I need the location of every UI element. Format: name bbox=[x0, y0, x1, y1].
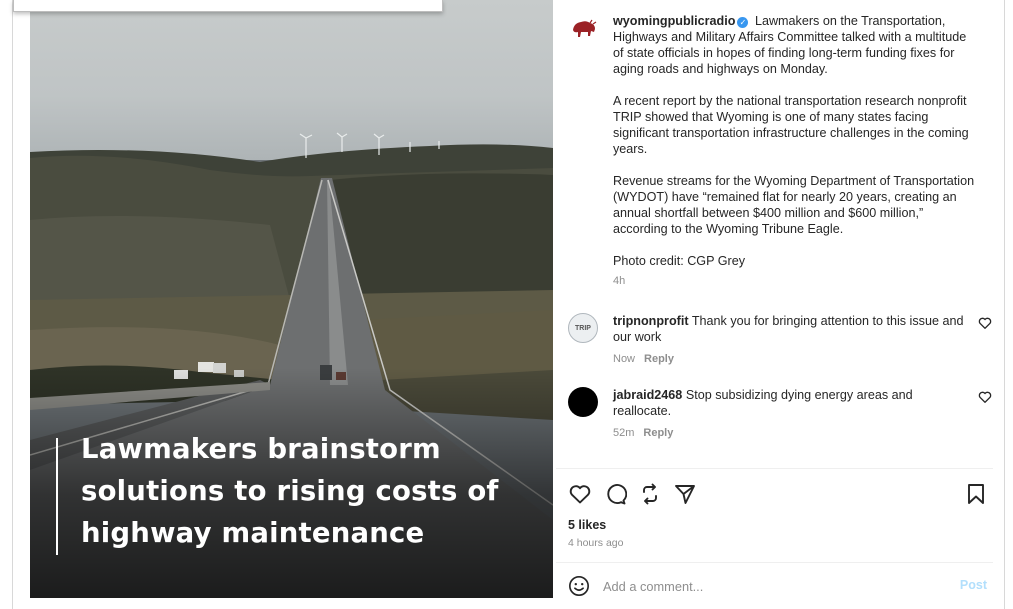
caption-paragraph-2: A recent report by the national transpor… bbox=[613, 94, 969, 156]
post-time[interactable]: 4h bbox=[613, 273, 978, 289]
comment-time[interactable]: 52m bbox=[613, 427, 634, 439]
post-comment-button[interactable]: Post bbox=[960, 578, 987, 592]
post-username[interactable]: wyomingpublicradio bbox=[613, 14, 735, 28]
post-image: Lawmakers brainstorm solutions to rising… bbox=[30, 0, 553, 598]
popup-edge bbox=[13, 0, 443, 12]
comment-input[interactable] bbox=[603, 576, 933, 596]
verified-icon: ✓ bbox=[737, 17, 749, 28]
heart-icon[interactable] bbox=[568, 482, 592, 506]
divider bbox=[556, 468, 993, 469]
tripnonprofit-avatar[interactable]: TRIP bbox=[568, 313, 598, 343]
comment-username[interactable]: tripnonprofit bbox=[613, 314, 689, 328]
add-comment-bar: Post bbox=[556, 562, 993, 609]
likes-count[interactable]: 5 likes bbox=[568, 518, 606, 532]
comment-like-icon[interactable] bbox=[977, 389, 993, 405]
wyomingpublicradio-avatar[interactable] bbox=[568, 13, 600, 45]
bison-logo-icon bbox=[573, 19, 597, 37]
image-headline: Lawmakers brainstorm solutions to rising… bbox=[81, 433, 499, 549]
comment-meta: Now Reply bbox=[613, 351, 968, 367]
post-date: 4 hours ago bbox=[568, 537, 624, 549]
comment-body: jabraid2468 Stop subsidizing dying energ… bbox=[613, 387, 968, 441]
post-caption: wyomingpublicradio ✓ Lawmakers on the Tra… bbox=[613, 13, 978, 289]
action-bar bbox=[568, 482, 988, 506]
repost-icon[interactable] bbox=[638, 482, 662, 506]
post-sidebar: wyomingpublicradio ✓ Lawmakers on the Tra… bbox=[556, 0, 993, 609]
caption-paragraph-3: Revenue streams for the Wyoming Departme… bbox=[613, 174, 975, 236]
comment-like-icon[interactable] bbox=[977, 315, 993, 331]
share-icon[interactable] bbox=[673, 482, 697, 506]
comment-time[interactable]: Now bbox=[613, 353, 635, 365]
comment-username[interactable]: jabraid2468 bbox=[613, 388, 682, 402]
comment-icon[interactable] bbox=[603, 482, 627, 506]
emoji-icon[interactable] bbox=[568, 575, 590, 597]
reply-button[interactable]: Reply bbox=[644, 353, 674, 365]
reply-button[interactable]: Reply bbox=[643, 427, 673, 439]
comment-body: tripnonprofit Thank you for bringing att… bbox=[613, 313, 968, 367]
trip-logo-text: TRIP bbox=[575, 324, 591, 332]
jabraid2468-avatar[interactable] bbox=[568, 387, 598, 417]
headline-accent-bar bbox=[56, 438, 58, 555]
comment-meta: 52m Reply bbox=[613, 425, 968, 441]
caption-photo-credit: Photo credit: CGP Grey bbox=[613, 254, 746, 268]
bookmark-icon[interactable] bbox=[964, 482, 988, 506]
